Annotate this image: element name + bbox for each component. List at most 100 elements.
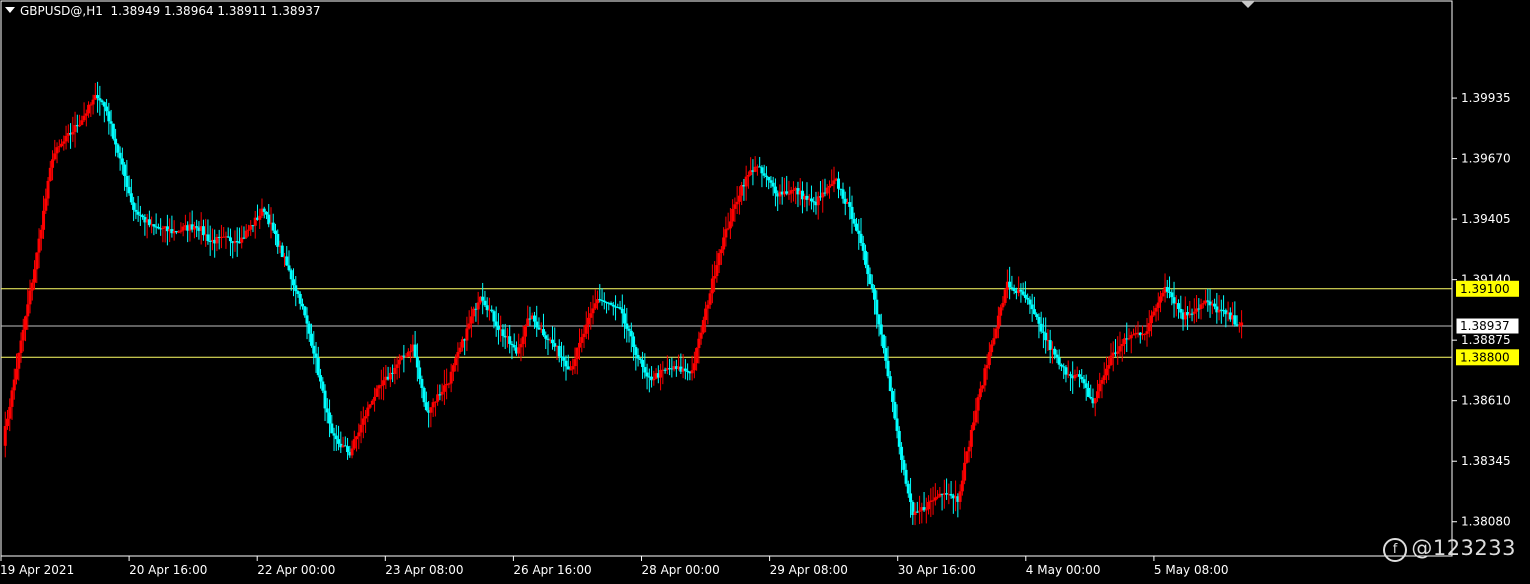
candle-body <box>634 347 638 355</box>
candle-body <box>1035 314 1039 317</box>
candle-body <box>519 344 523 348</box>
candle-body <box>1165 286 1169 292</box>
candle-body <box>960 480 964 492</box>
candle-body <box>1039 323 1043 332</box>
candle-body <box>753 166 757 172</box>
candle-body <box>915 511 919 513</box>
candle-body <box>659 369 663 378</box>
candle-body <box>969 429 973 447</box>
candle-body <box>181 226 185 231</box>
candle-body <box>902 459 906 470</box>
candle-body <box>562 356 566 361</box>
candle-body <box>46 180 50 199</box>
candle-body <box>366 407 370 417</box>
candle-body <box>830 184 834 186</box>
candle-body <box>127 186 131 194</box>
candle-body <box>578 342 582 348</box>
candle-body <box>994 328 998 339</box>
candle-body <box>1055 354 1059 358</box>
candle-body <box>179 230 183 232</box>
candle-body <box>564 360 568 367</box>
chart-area[interactable]: 1.399351.396701.394051.391401.388751.386… <box>0 0 1530 584</box>
candle-body <box>161 227 165 229</box>
candle-body <box>866 264 870 275</box>
candle-body <box>1028 299 1032 305</box>
candle-body <box>298 293 302 304</box>
candle-body <box>704 308 708 321</box>
candle-body <box>1172 297 1176 304</box>
candle-body <box>972 422 976 430</box>
candle-body <box>1213 303 1217 307</box>
candle-body <box>395 364 399 368</box>
candle-body <box>303 306 307 316</box>
candle-body <box>62 141 66 144</box>
candle-body <box>1012 287 1016 291</box>
x-tick-label: 22 Apr 00:00 <box>257 563 335 577</box>
candle-body <box>532 315 536 322</box>
candle-body <box>1127 338 1131 340</box>
candle-body <box>566 366 570 370</box>
candle-body <box>557 345 561 357</box>
candle-body <box>769 180 773 183</box>
candle-body <box>852 218 856 224</box>
candle-body <box>841 189 845 199</box>
y-tick-label: 1.38875 <box>1461 333 1511 347</box>
candle-body <box>906 483 910 494</box>
candle-body <box>287 265 291 271</box>
y-tick-label: 1.38610 <box>1461 394 1511 408</box>
candle-body <box>643 367 647 373</box>
candle-body <box>999 307 1003 316</box>
candle-body <box>1179 308 1183 313</box>
candle-body <box>888 376 892 391</box>
dropdown-triangle-icon[interactable] <box>5 7 15 13</box>
candle-body <box>132 202 136 210</box>
candle-body <box>346 446 350 453</box>
candle-body <box>582 333 586 338</box>
candle-body <box>152 224 156 227</box>
candle-body <box>1080 376 1084 380</box>
candle-body <box>368 404 372 408</box>
candle-body <box>575 347 579 360</box>
candle-body <box>24 316 28 330</box>
candle-body <box>877 314 881 325</box>
candle-body <box>737 195 741 202</box>
candle-body <box>744 176 748 187</box>
candle-body <box>17 352 21 369</box>
candle-body <box>785 191 789 194</box>
candle-body <box>695 348 699 364</box>
candle-body <box>1156 302 1160 308</box>
candle-body <box>48 167 52 181</box>
candle-body <box>978 388 982 398</box>
y-tick-label: 1.39405 <box>1461 212 1511 226</box>
candle-body <box>1129 335 1133 339</box>
candle-body <box>8 406 12 419</box>
candle-body <box>861 242 865 251</box>
candle-body <box>116 144 120 153</box>
candle-body <box>447 383 451 385</box>
candle-body <box>1145 331 1149 334</box>
candle-body <box>28 290 32 305</box>
candle-body <box>868 274 872 284</box>
candle-body <box>1026 297 1030 300</box>
candle-body <box>602 300 606 303</box>
candle-body <box>64 135 68 142</box>
candle-body <box>900 446 904 460</box>
candle-body <box>492 311 496 322</box>
candle-body <box>719 249 723 254</box>
candle-body <box>87 104 91 114</box>
x-tick-label: 19 Apr 2021 <box>0 563 74 577</box>
candle-body <box>481 296 485 301</box>
candle-body <box>310 333 314 346</box>
y-tick-label: 1.39935 <box>1461 91 1511 105</box>
candle-body <box>523 325 527 337</box>
candle-body <box>909 493 913 503</box>
candle-body <box>1177 303 1181 309</box>
candle-body <box>1030 304 1034 310</box>
candle-body <box>433 401 437 403</box>
candle-body <box>1021 291 1025 295</box>
candle-body <box>355 436 359 440</box>
candle-body <box>1118 346 1122 352</box>
candle-body <box>332 433 336 436</box>
candle-body <box>713 276 717 279</box>
candle-body <box>21 329 25 341</box>
